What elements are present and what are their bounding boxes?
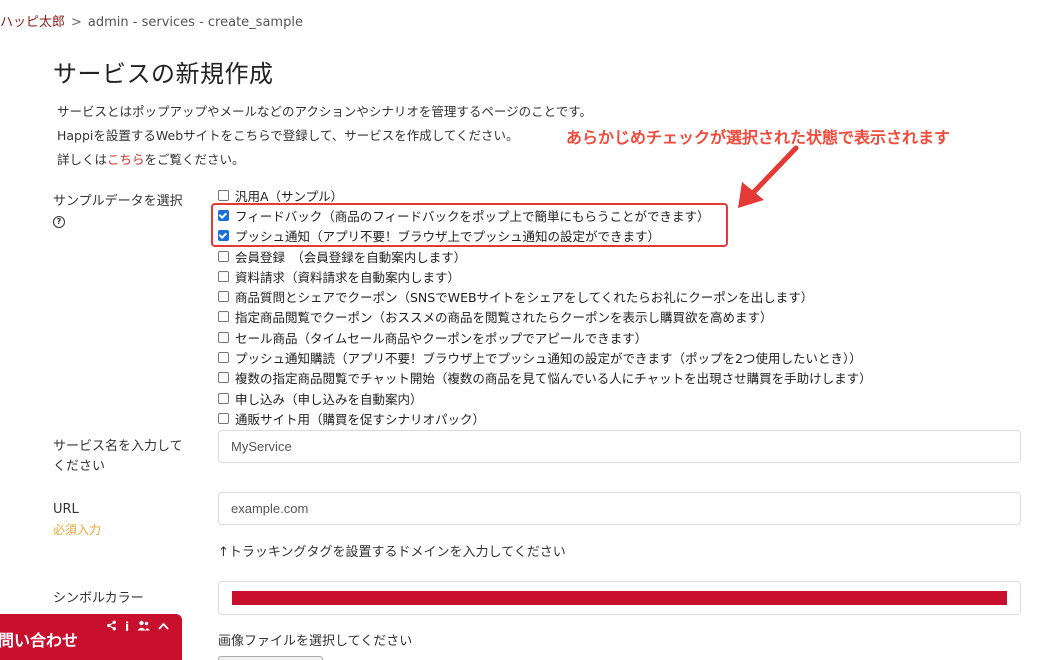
checkbox[interactable] [218,372,229,384]
sample-option-push-subscribe[interactable]: プッシュ通知購読（アプリ不要！ブラウザ上でプッシュ通知の設定ができます（ポップを… [218,347,872,367]
sample-option-share-coupon[interactable]: 商品質問とシェアでクーポン（SNSでWEBサイトをシェアをしてくれたらお礼にクー… [218,286,872,306]
checkbox-checked[interactable] [218,209,229,221]
checkbox[interactable] [218,250,229,262]
sample-option-feedback[interactable]: フィードバック（商品のフィードバックをポップ上で簡単にもらうことができます） [218,205,872,225]
option-label: 指定商品閲覧でクーポン（おススメの商品を閲覧されたらクーポンを表示し購買欲を高め… [235,310,773,326]
checkbox[interactable] [218,392,229,404]
checkbox[interactable] [218,331,229,343]
option-label: プッシュ通知購読（アプリ不要！ブラウザ上でプッシュ通知の設定ができます（ポップを… [235,351,862,367]
option-label: 会員登録 （会員登録を自動案内します） [235,249,467,265]
description-line-2: Happiを設置するWebサイトをこちらで登録して、サービスを作成してください。 [57,128,519,143]
contact-label: 問い合わせ [0,631,79,650]
service-name-label-line-1: サービス名を入力して [53,439,183,454]
checkbox[interactable] [218,412,229,424]
share-icon[interactable] [106,620,117,634]
checkbox[interactable] [218,352,229,364]
users-icon[interactable] [137,620,150,634]
checkbox[interactable] [218,270,229,282]
sample-data-label: サンプルデータを選択 ? [53,192,183,232]
checkbox-checked[interactable] [218,230,229,242]
sample-option-multi-view-chat[interactable]: 複数の指定商品閲覧でチャット開始（複数の商品を見て悩んでいる人にチャットを出現さ… [218,368,872,388]
sample-option-sale-items[interactable]: セール商品（タイムセール商品やクーポンをポップでアピールできます） [218,327,872,347]
contact-widget[interactable]: 問い合わせ i [0,614,182,660]
sample-option-push-notification[interactable]: プッシュ通知（アプリ不要！ブラウザ上でプッシュ通知の設定ができます） [218,226,872,246]
page: ハッピ太郎 > admin - services - create_sample サ… [0,0,1046,660]
choose-file-button[interactable] [218,656,323,660]
checkbox[interactable] [218,189,229,201]
sample-option-member-registration[interactable]: 会員登録 （会員登録を自動案内します） [218,246,872,266]
checkbox[interactable] [218,311,229,323]
page-title: サービスの新規作成 [53,60,274,88]
sample-option-ec-site[interactable]: 通販サイト用（購買を促すシナリオパック） [218,408,872,428]
required-badge: 必須入力 [53,523,102,537]
sample-data-label-text: サンプルデータを選択 [53,194,183,209]
question-circle-icon[interactable]: ? [53,215,65,228]
symbol-color-label: シンボルカラー [53,591,144,606]
description-line-3: 詳しくはこちらをご覧ください。 [57,149,245,168]
option-label: 商品質問とシェアでクーポン（SNSでWEBサイトをシェアをしてくれたらお礼にクー… [235,290,814,306]
option-label: フィードバック（商品のフィードバックをポップ上で簡単にもらうことができます） [235,208,710,224]
breadcrumb-path: admin - services - create_sample [87,15,303,30]
breadcrumb-home-link[interactable]: ハッピ太郎 [0,15,65,30]
sample-option-application[interactable]: 申し込み（申し込みを自動案内） [218,388,872,408]
sample-option-general-a[interactable]: 汎用A（サンプル） [218,185,872,205]
service-name-label: サービス名を入力して ください [53,437,183,477]
url-input[interactable]: example.com [218,492,1021,525]
sample-option-document-request[interactable]: 資料請求（資料請求を自動案内します） [218,266,872,286]
description-line-1: サービスとはポップアップやメールなどのアクションやシナリオを管理するページのこと… [57,104,593,119]
widget-icons: i [106,620,169,634]
service-name-input[interactable]: MyService [218,430,1021,463]
option-label: セール商品（タイムセール商品やクーポンをポップでアピールできます） [235,330,648,346]
color-swatch[interactable] [232,591,1007,605]
option-label: プッシュ通知（アプリ不要！ブラウザ上でプッシュ通知の設定ができます） [235,229,661,245]
symbol-color-picker[interactable] [218,581,1021,615]
url-label: URL [53,502,79,517]
details-link[interactable]: こちら [107,152,145,167]
sample-data-checklist: 汎用A（サンプル） フィードバック（商品のフィードバックをポップ上で簡単にもらう… [218,185,872,429]
image-file-label: 画像ファイルを選択してください [218,634,413,649]
option-label: 資料請求（資料請求を自動案内します） [235,269,461,285]
option-label: 複数の指定商品閲覧でチャット開始（複数の商品を見て悩んでいる人にチャットを出現さ… [235,371,872,387]
info-icon[interactable]: i [125,620,129,634]
option-label: 汎用A（サンプル） [235,188,344,204]
description-suffix: をご覧ください。 [144,152,245,167]
description-prefix: 詳しくは [57,152,108,167]
chevron-up-icon[interactable] [158,620,169,634]
checkbox[interactable] [218,291,229,303]
option-label: 申し込み（申し込みを自動案内） [235,391,423,407]
breadcrumb: ハッピ太郎 > admin - services - create_sample [0,11,303,30]
url-hint: ↑トラッキングタグを設置するドメインを入力してください [218,545,566,560]
breadcrumb-separator: > [71,15,82,30]
sample-option-view-coupon[interactable]: 指定商品閲覧でクーポン（おススメの商品を閲覧されたらクーポンを表示し購買欲を高め… [218,307,872,327]
option-label: 通販サイト用（購買を促すシナリオパック） [235,411,486,427]
service-name-label-line-2: ください [53,459,106,474]
